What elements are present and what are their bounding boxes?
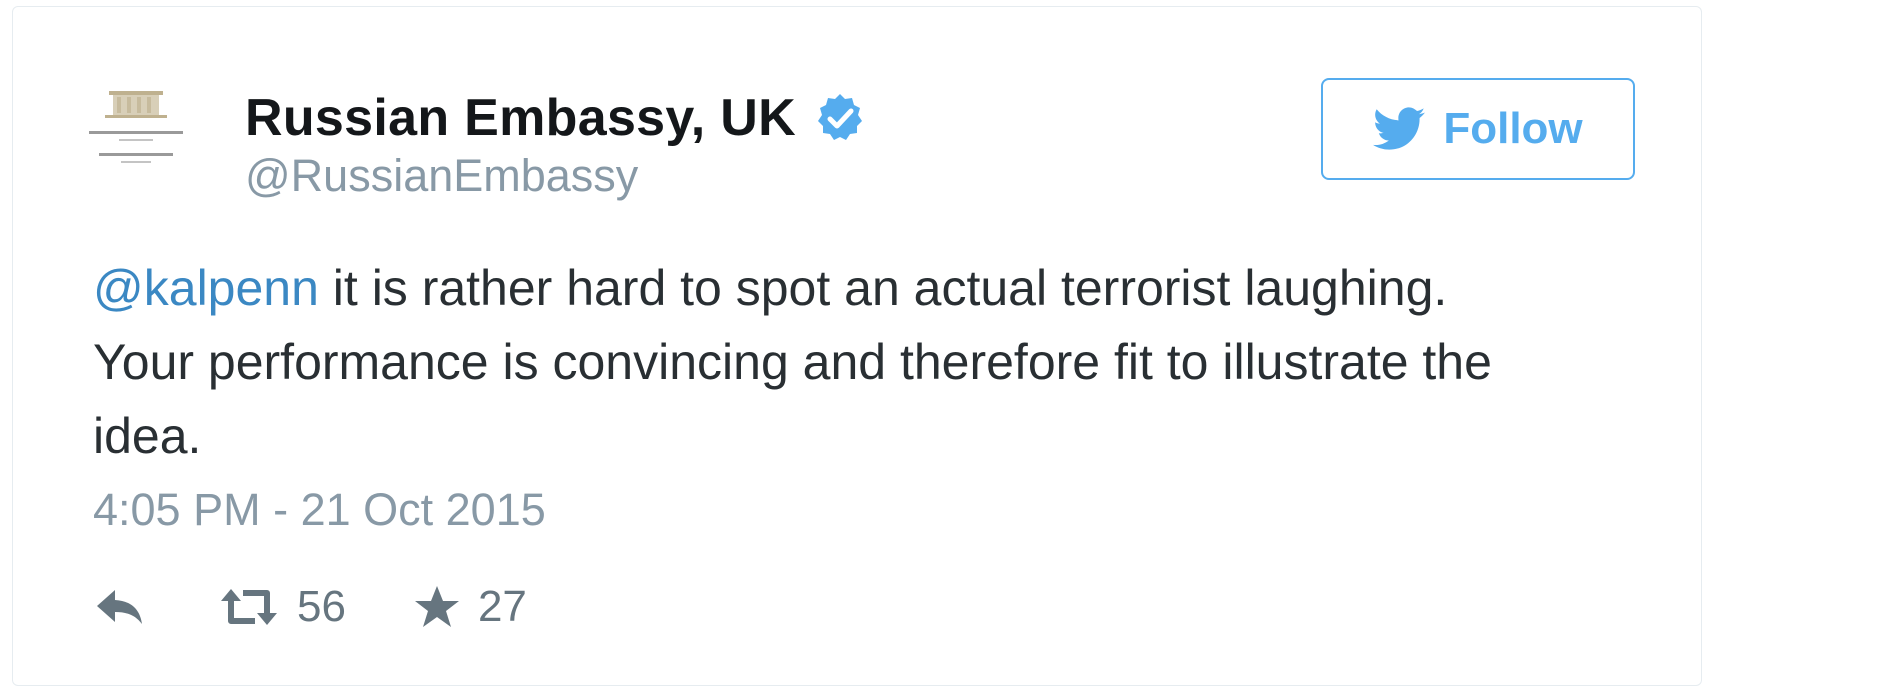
tweet-card: Russian Embassy, UK @RussianEmbassy Foll… — [12, 6, 1702, 686]
star-icon — [414, 586, 459, 627]
favorite-button[interactable]: 27 — [414, 582, 527, 632]
mention-link[interactable]: @kalpenn — [93, 260, 319, 316]
display-name[interactable]: Russian Embassy, UK — [245, 88, 796, 148]
avatar[interactable] — [81, 85, 191, 195]
retweet-count: 56 — [297, 582, 346, 631]
page: Russian Embassy, UK @RussianEmbassy Foll… — [0, 0, 1885, 700]
twitter-bird-icon — [1373, 107, 1426, 151]
tweet-text: @kalpenn it is rather hard to spot an ac… — [93, 251, 1653, 473]
verified-badge-icon — [814, 92, 866, 144]
tweet-text-line-2: Your performance is convincing and there… — [93, 334, 1492, 390]
author-handle[interactable]: @RussianEmbassy — [245, 150, 638, 202]
follow-button[interactable]: Follow — [1321, 78, 1635, 180]
reply-button[interactable] — [95, 588, 145, 626]
favorite-count: 27 — [477, 582, 527, 631]
tweet-text-line-3: idea. — [93, 408, 202, 464]
tweet-timestamp[interactable]: 4:05 PM - 21 Oct 2015 — [93, 484, 546, 536]
retweet-button[interactable]: 56 — [219, 582, 346, 632]
reply-icon — [97, 590, 142, 624]
embassy-logo-icon — [89, 91, 183, 163]
tweet-text-line-1-rest: it is rather hard to spot an actual terr… — [318, 260, 1448, 316]
tweet-text-line-1: @kalpenn it is rather hard to spot an ac… — [93, 251, 1653, 325]
tweet-actions: 56 27 — [95, 577, 527, 637]
follow-button-label: Follow — [1443, 104, 1583, 153]
author-name-row: Russian Embassy, UK — [245, 85, 866, 151]
retweet-icon — [221, 589, 277, 625]
